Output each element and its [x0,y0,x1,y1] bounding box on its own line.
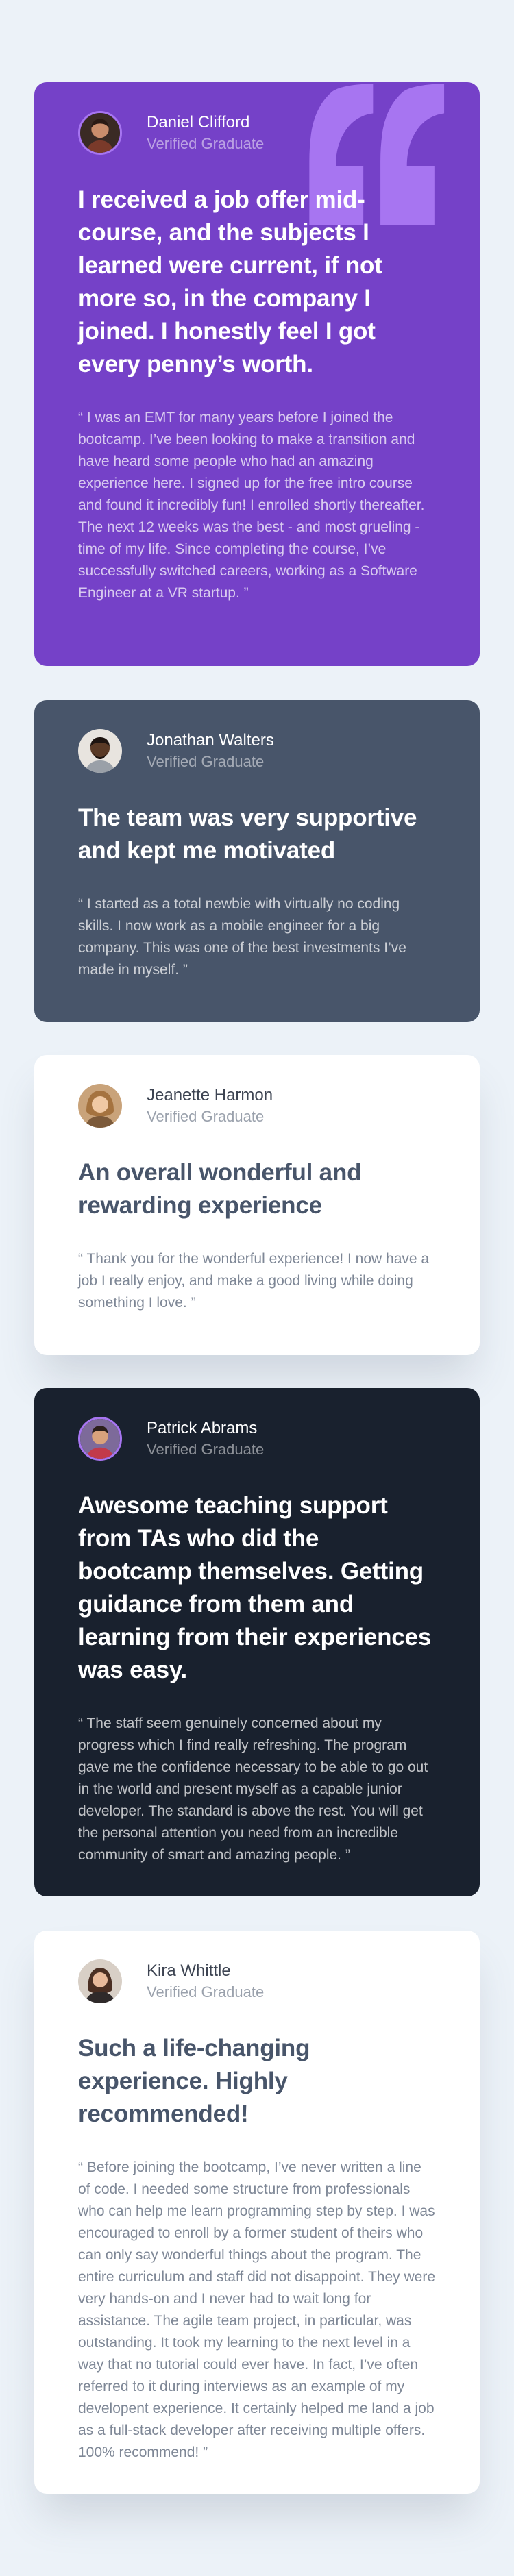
author-name: Jeanette Harmon [147,1086,273,1104]
testimonial-body: “ The staff seem genuinely concerned abo… [78,1716,428,1863]
author-role: Verified Graduate [147,1108,265,1125]
author-role: Verified Graduate [147,753,265,770]
avatar-photo-icon [78,1084,122,1128]
avatar-photo-icon [78,1417,122,1461]
testimonial-card-jonathan: Jonathan Walters Verified Graduate The t… [34,700,480,1022]
testimonial-body: “ Thank you for the wonderful experience… [78,1251,430,1311]
testimonial-card-kira: Kira Whittle Verified Graduate Such a li… [34,1931,480,2494]
testimonial-headline: Such a life-changing experience. Highly … [78,2035,310,2127]
author-block: Jeanette Harmon Verified Graduate [78,1082,436,1129]
testimonial-body: “ I was an EMT for many years before I j… [78,410,425,601]
testimonial-headline: I received a job offer mid-course, and t… [78,186,382,377]
testimonial-card-daniel: Daniel Clifford Verified Graduate I rece… [34,82,480,666]
testimonial-headline: Awesome teaching support from TAs who di… [78,1492,432,1683]
avatar-photo-icon [78,1959,122,2003]
author-name: Patrick Abrams [147,1419,258,1437]
author-role: Verified Graduate [147,1441,265,1458]
author-name: Jonathan Walters [147,731,274,750]
author-block: Jonathan Walters Verified Graduate [78,728,436,774]
testimonials-grid: Daniel Clifford Verified Graduate I rece… [0,0,514,2576]
author-block: Daniel Clifford Verified Graduate [78,110,436,156]
author-role: Verified Graduate [147,1983,265,2001]
author-name: Daniel Clifford [147,113,250,132]
testimonial-body: “ I started as a total newbie with virtu… [78,896,406,978]
testimonial-headline: An overall wonderful and rewarding exper… [78,1159,362,1219]
avatar-photo-icon [78,729,122,773]
testimonial-headline: The team was very supportive and kept me… [78,804,417,864]
testimonial-card-jeanette: Jeanette Harmon Verified Graduate An ove… [34,1055,480,1355]
testimonial-card-patrick: Patrick Abrams Verified Graduate Awesome… [34,1388,480,1896]
author-name: Kira Whittle [147,1961,231,1980]
author-role: Verified Graduate [147,135,265,152]
author-block: Kira Whittle Verified Graduate [78,1958,436,2005]
author-block: Patrick Abrams Verified Graduate [78,1415,436,1462]
avatar-photo-icon [78,111,122,155]
testimonial-body: “ Before joining the bootcamp, I’ve neve… [78,2159,436,2460]
